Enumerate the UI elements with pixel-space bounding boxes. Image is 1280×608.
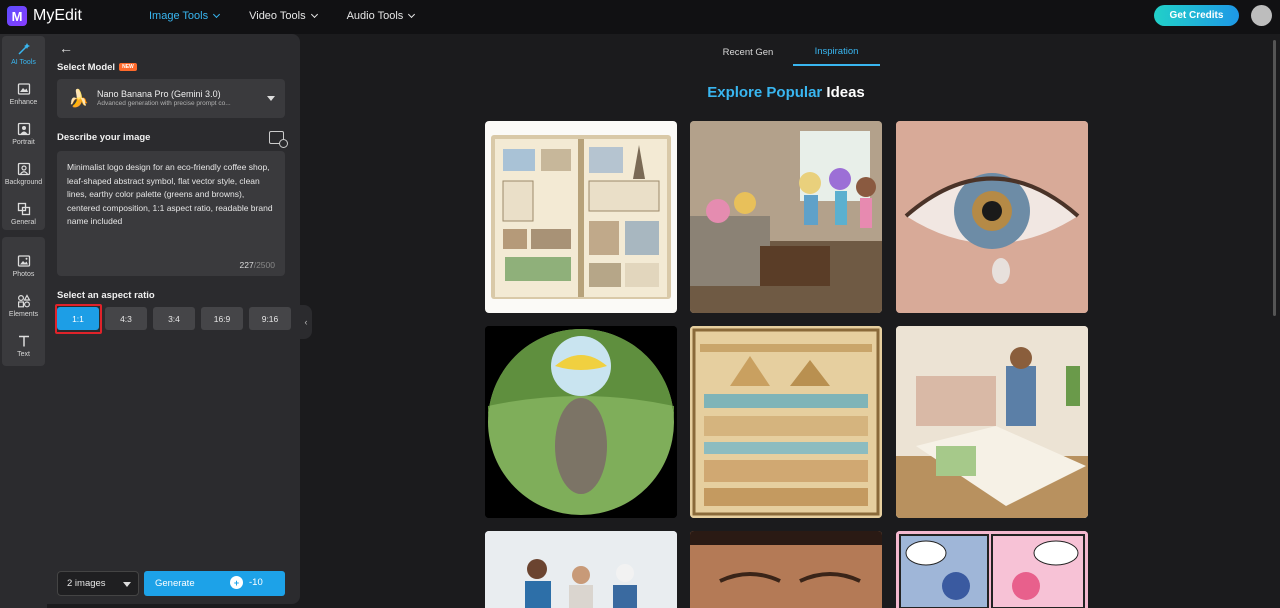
scrollbar[interactable] — [1273, 40, 1276, 316]
general-icon — [17, 202, 31, 216]
ratio-3-4-button[interactable]: 3:4 — [153, 307, 195, 330]
back-arrow-icon[interactable]: ← — [59, 40, 73, 56]
image-count-select[interactable]: 2 images — [57, 571, 139, 596]
tool-rail: AI Tools Enhance Portrait Background Gen… — [0, 34, 47, 608]
describe-label: Describe your image — [57, 132, 151, 143]
rail-item-text[interactable]: Text — [0, 334, 47, 358]
tab-recent-gen[interactable]: Recent Gen — [703, 38, 793, 66]
image-upload-icon[interactable] — [269, 131, 288, 148]
rail-item-general[interactable]: General — [0, 202, 47, 226]
gallery-tile-travel-journal[interactable] — [485, 121, 677, 313]
elements-icon — [17, 294, 31, 308]
gallery-tile-eye-closeup[interactable] — [896, 121, 1088, 313]
rail-item-ai-tools[interactable]: AI Tools — [0, 42, 47, 66]
char-counter: 227/2500 — [239, 260, 275, 270]
app-logo[interactable]: M MyEdit — [7, 6, 82, 26]
select-model-label: Select Model NEW — [57, 62, 137, 73]
avatar[interactable] — [1251, 5, 1272, 26]
rail-item-portrait[interactable]: Portrait — [0, 122, 47, 146]
text-icon — [17, 334, 31, 348]
fisheye-image — [485, 326, 677, 518]
chevron-down-icon — [310, 10, 318, 19]
background-icon — [17, 162, 31, 176]
chevron-down-icon — [213, 10, 221, 19]
storybook-image — [896, 326, 1088, 518]
get-credits-button[interactable]: Get Credits — [1154, 5, 1239, 26]
selection-highlight — [55, 304, 102, 334]
new-badge: NEW — [119, 63, 137, 72]
ai-tool-panel: ← Select Model NEW 🍌 Nano Banana Pro (Gem… — [47, 34, 300, 604]
collapse-panel-button[interactable]: ‹ — [300, 305, 312, 339]
eye-image — [896, 121, 1088, 313]
nav-audio-tools[interactable]: Audio Tools — [347, 10, 416, 22]
living-room-image — [690, 121, 882, 313]
gallery-tile-team-photo[interactable] — [485, 531, 677, 608]
generate-cost: -10 — [249, 577, 263, 588]
portrait-icon — [17, 122, 31, 136]
generate-button[interactable]: Generate + -10 — [144, 571, 285, 596]
gallery-tile-comic[interactable] — [896, 531, 1088, 608]
rail-item-background[interactable]: Background — [0, 162, 47, 186]
ratio-4-3-button[interactable]: 4:3 — [105, 307, 147, 330]
prompt-text[interactable]: Minimalist logo design for an eco-friend… — [67, 161, 279, 229]
page-title: Explore Popular Ideas — [707, 84, 865, 101]
gallery-tile-portrait-closeup[interactable] — [690, 531, 882, 608]
rail-item-photos[interactable]: Photos — [0, 254, 47, 278]
gallery-tile-fisheye-elephant[interactable] — [485, 326, 677, 518]
team-image — [485, 531, 677, 608]
gallery-tile-anime-living-room[interactable] — [690, 121, 882, 313]
nav-video-tools[interactable]: Video Tools — [249, 10, 318, 22]
aspect-ratio-label: Select an aspect ratio — [57, 290, 155, 301]
rail-item-elements[interactable]: Elements — [0, 294, 47, 318]
app-name: MyEdit — [33, 7, 82, 24]
ratio-9-16-button[interactable]: 9:16 — [249, 307, 291, 330]
prompt-textarea[interactable]: Minimalist logo design for an eco-friend… — [57, 151, 285, 276]
gallery-tile-storybook-girl[interactable] — [896, 326, 1088, 518]
comic-image — [896, 531, 1088, 608]
ratio-16-9-button[interactable]: 16:9 — [201, 307, 243, 330]
tab-inspiration[interactable]: Inspiration — [793, 38, 880, 66]
gallery-tile-egypt-timeline[interactable] — [690, 326, 882, 518]
magic-wand-icon — [17, 42, 31, 56]
caret-down-icon — [123, 582, 131, 587]
chevron-down-icon — [408, 10, 416, 19]
top-nav: Image Tools Video Tools Audio Tools — [149, 10, 416, 22]
top-bar: M MyEdit Image Tools Video Tools Audio T… — [0, 0, 1280, 34]
gallery-tabs: Recent Gen Inspiration — [703, 38, 880, 66]
credit-icon: + — [230, 576, 243, 589]
face-closeup-image — [690, 531, 882, 608]
sketchbook-image — [491, 135, 671, 299]
nav-image-tools[interactable]: Image Tools — [149, 10, 221, 22]
egypt-timeline-image — [690, 326, 882, 518]
model-description: Advanced generation with precise prompt … — [97, 100, 231, 107]
logo-mark-icon: M — [7, 6, 27, 26]
photos-icon — [17, 254, 31, 268]
